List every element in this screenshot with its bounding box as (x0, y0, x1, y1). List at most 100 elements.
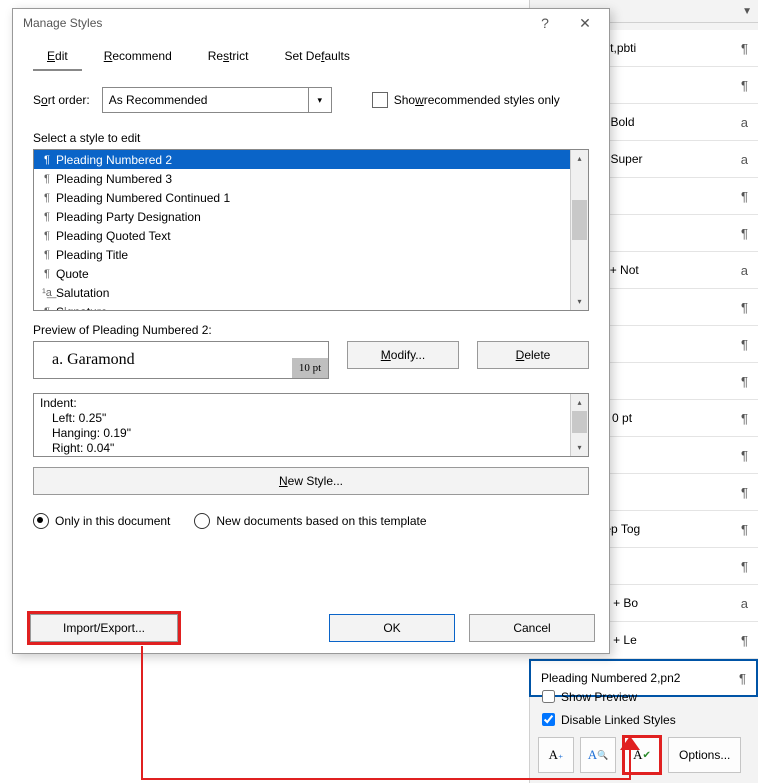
radio1-label: Only in this document (55, 514, 170, 528)
callout-line (141, 778, 631, 780)
paragraph-icon: ¶ (40, 249, 54, 261)
ok-button[interactable]: OK (329, 614, 455, 642)
titlebar: Manage Styles ? ✕ (13, 9, 609, 37)
paragraph-icon: ¶ (732, 189, 748, 204)
listbox-item[interactable]: ¶Pleading Numbered Continued 1 (34, 188, 570, 207)
options-button[interactable]: Options... (668, 737, 741, 773)
scroll-up-icon[interactable]: ▴ (571, 394, 588, 411)
preview-fontsize[interactable]: 10 pt (292, 358, 328, 378)
paragraph-icon: ¶ (732, 41, 748, 56)
paragraph-icon: a (732, 596, 748, 611)
show-preview-check[interactable]: Show Preview (538, 687, 750, 706)
item-label: Salutation (56, 286, 109, 300)
listbox-item[interactable]: ¶Pleading Title (34, 245, 570, 264)
modify-button[interactable]: Modify... (347, 341, 459, 369)
chevron-down-icon[interactable]: ▾ (308, 88, 331, 112)
scroll-down-icon[interactable]: ▾ (571, 293, 588, 310)
dialog-title: Manage Styles (23, 16, 525, 30)
preview-box: a. Garamond 10 pt (33, 341, 329, 379)
scroll-up-icon[interactable]: ▴ (571, 150, 588, 167)
radio-dot-icon (33, 513, 49, 529)
listbox-item[interactable]: ¶Pleading Numbered 3 (34, 169, 570, 188)
paragraph-icon: ¶ (40, 230, 54, 242)
show-preview-box[interactable] (542, 690, 555, 703)
style-listbox[interactable]: ¶Pleading Numbered 2¶Pleading Numbered 3… (33, 149, 589, 311)
import-export-highlight: Import/Export... (27, 611, 181, 645)
callout-line (629, 747, 631, 780)
help-button[interactable]: ? (525, 9, 565, 37)
disable-linked-box[interactable] (542, 713, 555, 726)
style-inspector-tool[interactable]: A🔍 (580, 737, 616, 773)
dialog-footer: Import/Export... OK Cancel (13, 603, 609, 653)
checkbox-icon[interactable] (372, 92, 388, 108)
scrollbar[interactable]: ▴ ▾ (570, 394, 588, 456)
paragraph-icon: ¶ (732, 485, 748, 500)
paragraph-icon: ¶ (40, 268, 54, 280)
item-label: Pleading Party Designation (56, 210, 201, 224)
close-button[interactable]: ✕ (565, 9, 605, 37)
dialog-body: Sort order: As Recommended ▾ Show recomm… (13, 71, 609, 603)
tab-recommend[interactable]: Recommend (90, 43, 186, 71)
paragraph-icon: ¶ (732, 300, 748, 315)
listbox-item[interactable]: ¶Pleading Quoted Text (34, 226, 570, 245)
paragraph-icon: ¶ (732, 411, 748, 426)
cancel-button[interactable]: Cancel (469, 614, 595, 642)
item-label: Pleading Quoted Text (56, 229, 171, 243)
sort-order-select[interactable]: As Recommended ▾ (102, 87, 332, 113)
paragraph-icon: a (732, 152, 748, 167)
sort-label: Sort order: (33, 93, 90, 107)
paragraph-icon: ¶ (40, 173, 54, 185)
radio-icon (194, 513, 210, 529)
desc-indent: Indent: (40, 396, 564, 411)
item-label: Pleading Numbered 3 (56, 172, 172, 186)
paragraph-icon: a (732, 263, 748, 278)
scroll-thumb[interactable] (572, 200, 587, 240)
preview-label: Preview of Pleading Numbered 2: (33, 323, 589, 337)
options-label: Options... (679, 748, 730, 762)
paragraph-icon: ¶ (732, 559, 748, 574)
scroll-down-icon[interactable]: ▾ (571, 439, 588, 456)
tabstrip: Edit Recommend Restrict Set Defaults (13, 37, 609, 71)
desc-hanging: Hanging: 0.19" (40, 426, 564, 441)
tab-restrict[interactable]: Restrict (194, 43, 263, 71)
select-style-label: Select a style to edit (33, 131, 589, 145)
listbox-item[interactable]: ¶Pleading Party Designation (34, 207, 570, 226)
paragraph-icon: ¶ (732, 522, 748, 537)
show-preview-label: Show Preview (561, 690, 637, 704)
callout-line (141, 646, 143, 780)
import-export-button[interactable]: Import/Export... (30, 614, 178, 642)
scrollbar[interactable]: ▴ ▾ (570, 150, 588, 310)
new-style-tool[interactable]: A₊ (538, 737, 574, 773)
item-label: Quote (56, 267, 89, 281)
new-style-button[interactable]: New Style... (33, 467, 589, 495)
paragraph-icon: ¶ (732, 448, 748, 463)
item-label: Pleading Numbered 2 (56, 153, 172, 167)
scroll-thumb[interactable] (572, 411, 587, 433)
preview-sample: a. Garamond (52, 351, 135, 369)
chevron-down-icon[interactable]: ▼ (742, 6, 752, 17)
listbox-item[interactable]: ¶Signature (34, 302, 570, 310)
paragraph-icon: ¶ (732, 374, 748, 389)
listbox-item[interactable]: ¹a͟Salutation (34, 283, 570, 302)
desc-left: Left: 0.25" (40, 411, 564, 426)
radio-this-document[interactable]: Only in this document (33, 513, 170, 529)
disable-linked-check[interactable]: Disable Linked Styles (538, 710, 750, 729)
paragraph-icon: a (732, 115, 748, 130)
item-label: Pleading Numbered Continued 1 (56, 191, 230, 205)
listbox-item[interactable]: ¶Quote (34, 264, 570, 283)
listbox-item[interactable]: ¶Pleading Numbered 2 (34, 150, 570, 169)
paragraph-icon: ¶ (40, 306, 54, 311)
item-label: Pleading Title (56, 248, 128, 262)
paragraph-icon: ¹a͟ (40, 287, 54, 299)
delete-button[interactable]: Delete (477, 341, 589, 369)
disable-linked-label: Disable Linked Styles (561, 713, 676, 727)
tab-defaults[interactable]: Set Defaults (270, 43, 363, 71)
paragraph-icon: ¶ (40, 211, 54, 223)
radio-template[interactable]: New documents based on this template (194, 513, 426, 529)
paragraph-icon: ¶ (732, 226, 748, 241)
show-recommended-check[interactable]: Show recommended styles only (372, 92, 560, 108)
paragraph-icon: ¶ (40, 154, 54, 166)
tab-edit[interactable]: Edit (33, 43, 82, 71)
sort-value: As Recommended (109, 93, 208, 107)
style-tools: A₊ A🔍 A✔ Options... (538, 735, 750, 775)
